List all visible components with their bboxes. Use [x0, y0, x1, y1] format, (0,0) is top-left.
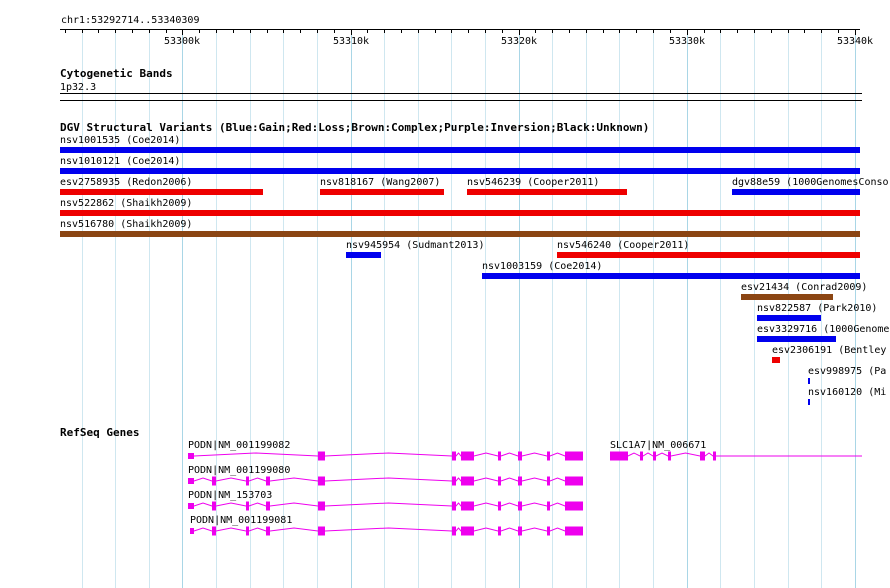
podn-nm-001199081-exon[interactable]: [212, 526, 216, 536]
podn-nm-001199080-exon[interactable]: [188, 478, 194, 484]
podn-nm-001199080-exon[interactable]: [318, 476, 325, 486]
podn-nm-001199081-exon[interactable]: [565, 526, 583, 536]
podn-nm-153703-exon[interactable]: [188, 503, 194, 509]
slc1a7-nm-006671-exon[interactable]: [713, 451, 716, 461]
podn-nm-001199081-exon[interactable]: [498, 526, 501, 536]
podn-nm-001199082-exon[interactable]: [518, 451, 522, 461]
podn-nm-001199080-exon[interactable]: [266, 476, 270, 486]
podn-nm-001199080-exon[interactable]: [461, 476, 474, 486]
podn-nm-001199082-exon[interactable]: [565, 451, 583, 461]
podn-nm-001199081-exon[interactable]: [318, 526, 325, 536]
podn-nm-001199082-exon[interactable]: [188, 453, 194, 459]
podn-nm-001199082-exon[interactable]: [318, 451, 325, 461]
podn-nm-153703-exon[interactable]: [318, 501, 325, 511]
slc1a7-nm-006671-intron-line: [610, 452, 862, 457]
podn-nm-001199082-exon[interactable]: [547, 451, 550, 461]
podn-nm-153703-exon[interactable]: [565, 501, 583, 511]
podn-nm-001199082-exon[interactable]: [461, 451, 474, 461]
slc1a7-nm-006671-exon[interactable]: [700, 451, 705, 461]
podn-nm-153703-exon[interactable]: [461, 501, 474, 511]
podn-nm-001199081-exon[interactable]: [461, 526, 474, 536]
podn-nm-001199082-exon[interactable]: [452, 451, 456, 461]
podn-nm-153703-exon[interactable]: [246, 501, 249, 511]
podn-nm-001199080-exon[interactable]: [518, 476, 522, 486]
refseq-gene-models: [188, 451, 862, 536]
podn-nm-153703-exon[interactable]: [518, 501, 522, 511]
podn-nm-153703-exon[interactable]: [498, 501, 501, 511]
podn-nm-001199081-exon[interactable]: [547, 526, 550, 536]
podn-nm-153703-exon[interactable]: [452, 501, 456, 511]
podn-nm-001199080-exon[interactable]: [452, 476, 456, 486]
podn-nm-001199081-exon[interactable]: [246, 526, 249, 536]
podn-nm-001199080-exon[interactable]: [498, 476, 501, 486]
slc1a7-nm-006671-exon[interactable]: [640, 451, 643, 461]
podn-nm-001199082-intron-line: [188, 452, 583, 457]
podn-nm-001199080-exon[interactable]: [565, 476, 583, 486]
podn-nm-001199081-exon[interactable]: [266, 526, 270, 536]
podn-nm-001199080-exon[interactable]: [246, 476, 249, 486]
slc1a7-nm-006671-exon[interactable]: [653, 451, 656, 461]
slc1a7-nm-006671-exon[interactable]: [610, 451, 628, 461]
podn-nm-001199080-exon[interactable]: [547, 476, 550, 486]
podn-nm-001199081-exon[interactable]: [518, 526, 522, 536]
podn-nm-153703-exon[interactable]: [547, 501, 550, 511]
genome-browser-view: chr1:53292714..53340309 53300k 53310k 5332…: [0, 0, 890, 588]
podn-nm-153703-exon[interactable]: [212, 501, 216, 511]
slc1a7-nm-006671-exon[interactable]: [668, 451, 671, 461]
podn-nm-153703-exon[interactable]: [266, 501, 270, 511]
podn-nm-001199081-exon[interactable]: [452, 526, 456, 536]
podn-nm-001199081-exon[interactable]: [190, 528, 194, 534]
podn-nm-001199080-exon[interactable]: [212, 476, 216, 486]
podn-nm-001199082-exon[interactable]: [498, 451, 501, 461]
